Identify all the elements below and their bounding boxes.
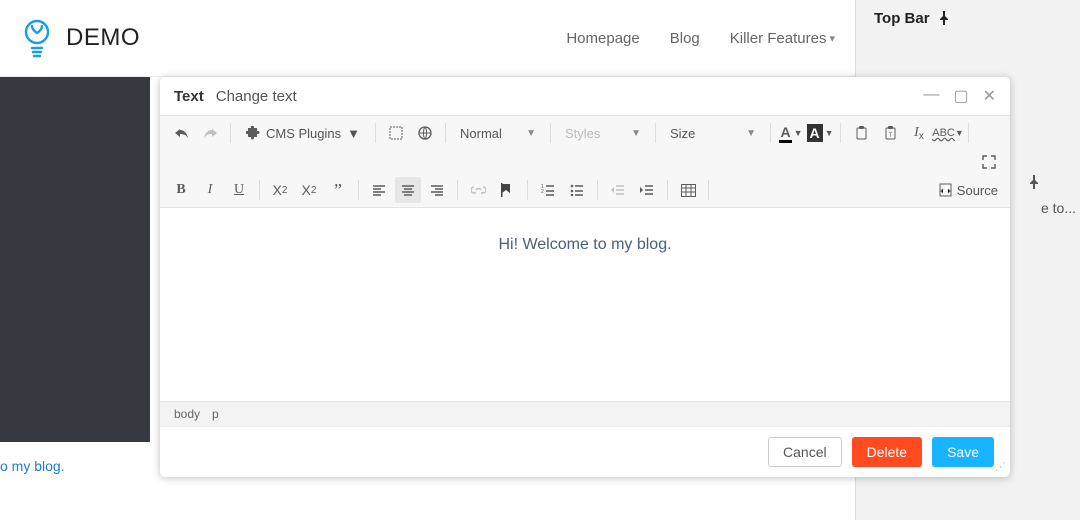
styles-dropdown[interactable]: Styles▼ — [558, 120, 648, 146]
size-dropdown[interactable]: Size▼ — [663, 120, 763, 146]
editor-body[interactable]: Hi! Welcome to my blog. — [160, 208, 1010, 401]
page-text-snippet: o my blog. — [0, 458, 65, 474]
cms-plugins-dropdown[interactable]: CMS Plugins ▼ — [238, 120, 368, 146]
nav-blog[interactable]: Blog — [670, 30, 700, 47]
numbered-list-button[interactable]: 12 — [535, 177, 561, 203]
redo-button[interactable] — [197, 120, 223, 146]
format-dropdown[interactable]: Normal▼ — [453, 120, 543, 146]
lightbulb-icon — [20, 18, 54, 58]
link-button[interactable] — [465, 177, 491, 203]
italic-button[interactable]: I — [197, 177, 223, 203]
close-button[interactable]: ✕ — [983, 86, 996, 106]
underline-button[interactable]: U — [226, 177, 252, 203]
editor-content-text[interactable]: Hi! Welcome to my blog. — [160, 208, 1010, 282]
text-editor-modal: Text Change text — ▢ ✕ CMS Plugins ▼ — [160, 77, 1010, 477]
remove-format-button[interactable]: Ix — [906, 120, 932, 146]
align-right-button[interactable] — [424, 177, 450, 203]
undo-button[interactable] — [168, 120, 194, 146]
path-body[interactable]: body — [174, 407, 200, 421]
paste-text-button[interactable]: T — [877, 120, 903, 146]
brand[interactable]: DEMO — [20, 18, 140, 58]
nav-homepage[interactable]: Homepage — [566, 30, 639, 47]
editor-toolbar: CMS Plugins ▼ Normal▼ Styles▼ Size▼ A▼ A… — [160, 115, 1010, 208]
align-left-button[interactable] — [366, 177, 392, 203]
resize-handle[interactable]: ⋰ — [995, 460, 1006, 473]
bold-button[interactable]: B — [168, 177, 194, 203]
indent-button[interactable] — [634, 177, 660, 203]
pin-icon — [938, 11, 950, 25]
show-blocks-button[interactable] — [383, 120, 409, 146]
modal-title: Text — [174, 88, 204, 105]
pin-icon — [1028, 175, 1040, 189]
main-nav: Homepage Blog Killer Features▾ — [566, 30, 835, 47]
puzzle-icon — [246, 126, 260, 140]
modal-footer: Cancel Delete Save ⋰ — [160, 426, 1010, 477]
cancel-button[interactable]: Cancel — [768, 437, 842, 467]
brand-text: DEMO — [66, 24, 140, 52]
delete-button[interactable]: Delete — [852, 437, 922, 467]
site-header: DEMO Homepage Blog Killer Features▾ — [0, 0, 855, 77]
globe-icon[interactable] — [412, 120, 438, 146]
outdent-button[interactable] — [605, 177, 631, 203]
topbar-label: Top Bar — [874, 10, 930, 27]
paste-button[interactable] — [848, 120, 874, 146]
chevron-down-icon: ▾ — [829, 32, 835, 45]
hero-band — [0, 77, 150, 442]
bg-color-button[interactable]: A▼ — [807, 120, 833, 146]
superscript-button[interactable]: X2 — [296, 177, 322, 203]
save-button[interactable]: Save — [932, 437, 994, 467]
spellcheck-button[interactable]: ABC▼ — [935, 120, 961, 146]
bullet-list-button[interactable] — [564, 177, 590, 203]
table-button[interactable] — [675, 177, 701, 203]
path-p[interactable]: p — [212, 407, 219, 421]
blockquote-button[interactable]: ” — [325, 177, 351, 203]
maximize-editor-button[interactable] — [976, 149, 1002, 175]
source-icon — [939, 183, 952, 197]
maximize-button[interactable]: ▢ — [953, 86, 968, 106]
nav-killer-features[interactable]: Killer Features▾ — [730, 30, 835, 47]
align-center-button[interactable] — [395, 177, 421, 203]
source-button[interactable]: Source — [935, 183, 1002, 198]
structure-topbar-row[interactable]: Top Bar — [856, 0, 1080, 36]
text-color-button[interactable]: A▼ — [778, 120, 804, 146]
caret-down-icon: ▼ — [347, 126, 360, 141]
modal-subtitle: Change text — [216, 88, 297, 105]
anchor-button[interactable] — [494, 177, 520, 203]
subscript-button[interactable]: X2 — [267, 177, 293, 203]
modal-titlebar[interactable]: Text Change text — ▢ ✕ — [160, 77, 1010, 115]
minimize-button[interactable]: — — [923, 86, 939, 106]
element-path: body p — [160, 401, 1010, 426]
svg-text:2: 2 — [541, 189, 544, 195]
svg-text:T: T — [888, 133, 892, 139]
